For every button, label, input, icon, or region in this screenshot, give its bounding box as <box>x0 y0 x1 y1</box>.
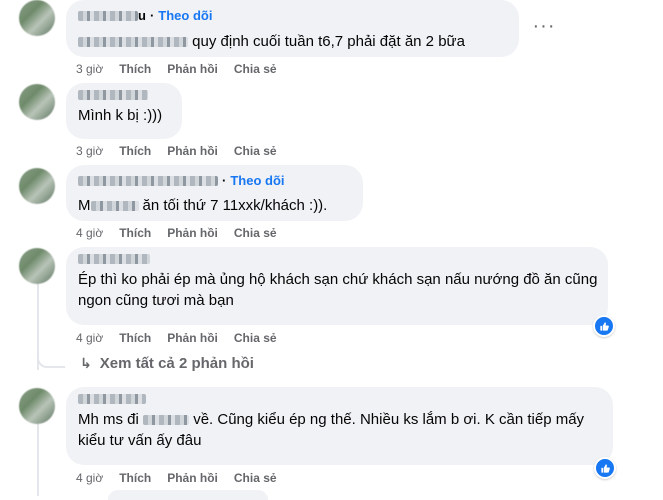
comment-bubble <box>108 490 268 500</box>
redacted-name <box>78 11 138 21</box>
comment-author[interactable]: · Theo dõi <box>78 172 351 190</box>
comment-text: Ép thì ko phải ép mà ủng hộ khách sạn ch… <box>78 271 598 309</box>
comment-actions: 3 giờ Thích Phản hồi Chia sẻ <box>76 144 293 158</box>
reply-button[interactable]: Phản hồi <box>167 471 218 485</box>
reply-button[interactable]: Phản hồi <box>167 226 218 240</box>
redacted-name <box>78 254 150 264</box>
thread-branch <box>37 350 65 368</box>
comment-text: Mình k bị :))) <box>78 107 163 124</box>
like-reaction-badge[interactable] <box>593 315 615 337</box>
comment-text: Măn tối thứ 7 11xxk/khách :)). <box>78 197 328 214</box>
redacted-mention <box>90 201 139 212</box>
redacted-mention <box>143 415 190 426</box>
comment-bubble: Ép thì ko phải ép mà ủng hộ khách sạn ch… <box>66 247 608 325</box>
like-button[interactable]: Thích <box>119 471 151 485</box>
avatar[interactable] <box>19 248 55 284</box>
like-button[interactable]: Thích <box>119 144 151 158</box>
comment-author[interactable] <box>78 394 601 404</box>
reply-button[interactable]: Phản hồi <box>167 62 218 76</box>
comment-bubble: Mình k bị :))) <box>66 83 182 139</box>
author-name-suffix: u <box>138 8 146 23</box>
follow-link[interactable]: Theo dõi <box>230 172 284 190</box>
more-options-button[interactable]: ··· <box>530 12 558 40</box>
comment-actions: 4 giờ Thích Phản hồi Chia sẻ <box>76 331 293 345</box>
redacted-name <box>78 394 146 404</box>
comment-bubble: Mh ms đi về. Cũng kiểu ép ng thế. Nhiều … <box>66 387 613 465</box>
comment-time[interactable]: 3 giờ <box>76 62 103 76</box>
reply-arrow-icon: ↳ <box>80 355 92 371</box>
like-button[interactable]: Thích <box>119 331 151 345</box>
like-button[interactable]: Thích <box>119 62 151 76</box>
like-reaction-badge[interactable] <box>594 457 616 479</box>
like-button[interactable]: Thích <box>119 226 151 240</box>
like-thumb-icon <box>600 463 610 473</box>
share-button[interactable]: Chia sẻ <box>234 471 277 485</box>
reply-button[interactable]: Phản hồi <box>167 144 218 158</box>
comment-bubble: u · Theo dõi quy định cuối tuần t6,7 phả… <box>66 0 519 57</box>
avatar[interactable] <box>19 0 55 36</box>
redacted-mention <box>78 37 188 48</box>
follow-link[interactable]: Theo dõi <box>158 7 212 25</box>
more-horizontal-icon: ··· <box>532 15 556 37</box>
comment-author[interactable] <box>78 254 596 264</box>
view-all-replies-link[interactable]: ↳ Xem tất cả 2 phản hồi <box>80 355 254 372</box>
avatar[interactable] <box>19 84 55 120</box>
comment-time[interactable]: 4 giờ <box>76 331 103 345</box>
redacted-name <box>78 90 148 100</box>
comment-time[interactable]: 3 giờ <box>76 144 103 158</box>
comment-time[interactable]: 4 giờ <box>76 226 103 240</box>
comment-actions: 3 giờ Thích Phản hồi Chia sẻ <box>76 62 293 76</box>
comment-text: Mh ms đi về. Cũng kiểu ép ng thế. Nhiều … <box>78 411 585 449</box>
comment-actions: 4 giờ Thích Phản hồi Chia sẻ <box>76 471 293 485</box>
share-button[interactable]: Chia sẻ <box>234 144 277 158</box>
share-button[interactable]: Chia sẻ <box>234 331 277 345</box>
avatar[interactable] <box>19 388 55 424</box>
comment-author[interactable] <box>78 90 170 100</box>
comment-time[interactable]: 4 giờ <box>76 471 103 485</box>
share-button[interactable]: Chia sẻ <box>234 226 277 240</box>
share-button[interactable]: Chia sẻ <box>234 62 277 76</box>
comment-author[interactable]: u · Theo dõi <box>78 7 507 25</box>
redacted-name <box>78 176 218 186</box>
like-thumb-icon <box>599 321 609 331</box>
comment-text: quy định cuối tuần t6,7 phải đặt ăn 2 bữ… <box>78 31 507 52</box>
comment-actions: 4 giờ Thích Phản hồi Chia sẻ <box>76 226 293 240</box>
reply-button[interactable]: Phản hồi <box>167 331 218 345</box>
avatar[interactable] <box>19 168 55 204</box>
comment-bubble: · Theo dõi Măn tối thứ 7 11xxk/khách :))… <box>66 165 363 221</box>
thread-line <box>37 420 39 496</box>
